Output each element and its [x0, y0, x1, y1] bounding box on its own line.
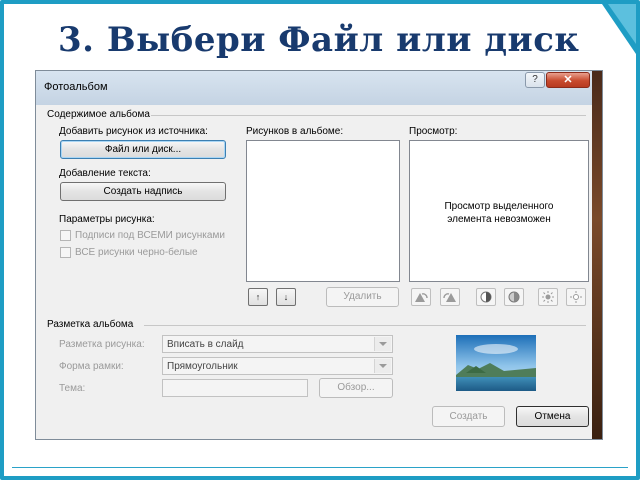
slide-bottom-line: [12, 467, 628, 468]
preview-pane: Просмотр выделенного элемента невозможен: [409, 140, 589, 282]
add-text-label: Добавление текста:: [59, 168, 151, 179]
decrease-contrast-button[interactable]: [504, 288, 524, 306]
pictures-in-album-list[interactable]: [246, 140, 400, 282]
layout-preview-thumbnail: [456, 335, 536, 391]
album-layout-group-label: Разметка альбома: [47, 319, 134, 330]
increase-brightness-button[interactable]: [538, 288, 558, 306]
chevron-down-icon: [374, 359, 391, 373]
black-white-checkbox-label: ВСЕ рисунки черно-белые: [75, 247, 198, 258]
help-button[interactable]: ?: [525, 72, 545, 88]
photo-album-dialog: Фотоальбом ? ✕ Содержимое альбома Добави…: [35, 70, 603, 440]
group-divider: [144, 325, 586, 326]
rotate-right-button[interactable]: [440, 288, 460, 306]
theme-label: Тема:: [59, 383, 86, 394]
new-text-box-button[interactable]: Создать надпись: [60, 182, 226, 201]
frame-shape-label: Форма рамки:: [59, 361, 124, 372]
theme-input[interactable]: [162, 379, 308, 397]
dialog-titlebar: Фотоальбом ? ✕: [36, 71, 602, 105]
preview-unavailable-line2: элемента невозможен: [447, 214, 551, 225]
arrow-down-icon: ↓: [283, 292, 289, 302]
picture-layout-select[interactable]: Вписать в слайд: [162, 335, 393, 353]
picture-options-label: Параметры рисунка:: [59, 214, 155, 225]
chevron-down-icon: [374, 337, 391, 351]
brightness-up-icon: [542, 291, 554, 303]
contrast-down-icon: [508, 291, 520, 303]
contrast-up-icon: [480, 291, 492, 303]
move-down-button[interactable]: ↓: [276, 288, 296, 306]
move-up-button[interactable]: ↑: [248, 288, 268, 306]
pictures-in-album-label: Рисунков в альбоме:: [246, 126, 344, 137]
increase-contrast-button[interactable]: [476, 288, 496, 306]
dialog-title: Фотоальбом: [44, 81, 108, 93]
captions-checkbox[interactable]: [60, 230, 71, 241]
close-button[interactable]: ✕: [546, 72, 590, 88]
rotate-left-button[interactable]: [411, 288, 431, 306]
insert-from-label: Добавить рисунок из источника:: [59, 126, 208, 137]
picture-layout-label: Разметка рисунка:: [59, 339, 145, 350]
remove-button[interactable]: Удалить: [326, 287, 399, 307]
brightness-down-icon: [570, 291, 582, 303]
slide-title: 3. Выбери Файл или диск: [58, 20, 580, 60]
black-white-checkbox[interactable]: [60, 247, 71, 258]
album-content-group-label: Содержимое альбома: [47, 109, 150, 120]
create-button[interactable]: Создать: [432, 406, 505, 427]
frame-shape-select[interactable]: Прямоугольник: [162, 357, 393, 375]
rotate-left-icon: [415, 293, 428, 302]
frame-shape-value: Прямоугольник: [167, 361, 238, 372]
decrease-brightness-button[interactable]: [566, 288, 586, 306]
corner-fold-icon: [602, 4, 636, 54]
browse-button[interactable]: Обзор...: [319, 378, 393, 398]
group-divider: [151, 115, 586, 116]
file-or-disk-button[interactable]: Файл или диск...: [60, 140, 226, 159]
background-strip: [592, 71, 602, 439]
preview-label: Просмотр:: [409, 126, 458, 137]
cancel-button[interactable]: Отмена: [516, 406, 589, 427]
arrow-up-icon: ↑: [255, 292, 261, 302]
captions-checkbox-label: Подписи под ВСЕМИ рисунками: [75, 230, 225, 241]
preview-unavailable-line1: Просмотр выделенного: [444, 201, 554, 212]
rotate-right-icon: [443, 293, 456, 302]
picture-layout-value: Вписать в слайд: [167, 339, 244, 350]
